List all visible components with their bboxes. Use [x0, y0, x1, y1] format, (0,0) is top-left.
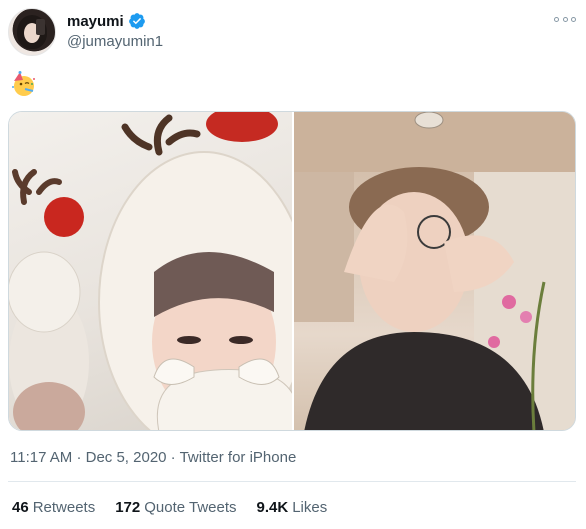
avatar[interactable]	[8, 8, 56, 56]
quote-tweets-stat[interactable]: 172 Quote Tweets	[115, 499, 236, 516]
photo-reindeer-hoods[interactable]	[9, 112, 292, 430]
timestamp-separator: ·	[76, 449, 82, 466]
author-name-row: mayumi	[67, 12, 146, 30]
tweet-source[interactable]: Twitter for iPhone	[180, 449, 297, 466]
photo-glasses-selfie-art	[294, 112, 575, 430]
tweet-timestamp: 11:17 AM · Dec 5, 2020 · Twitter for iPh…	[10, 449, 296, 466]
quote-tweets-label: Quote Tweets	[144, 499, 237, 516]
media-grid	[8, 111, 576, 431]
display-name[interactable]: mayumi	[67, 13, 124, 30]
partying-face-emoji	[12, 71, 35, 96]
avatar-phone	[36, 19, 45, 35]
divider	[8, 481, 576, 482]
engagement-stats: 46 Retweets 172 Quote Tweets 9.4K Likes	[12, 499, 327, 516]
more-dot	[554, 16, 559, 22]
retweets-count: 46	[12, 499, 29, 516]
tweet-date[interactable]: Dec 5, 2020	[86, 449, 167, 466]
more-dot	[571, 16, 576, 22]
tweet: mayumi @jumayumin1 11:17 AM · Dec 5, 202…	[0, 0, 586, 529]
more-options-icon[interactable]	[554, 10, 576, 28]
likes-count: 9.4K	[256, 499, 289, 516]
likes-label: Likes	[292, 499, 328, 516]
photo-glasses-selfie[interactable]	[294, 112, 575, 430]
timestamp-separator: ·	[170, 449, 176, 466]
photo-reindeer-hoods-art	[9, 112, 292, 430]
quote-tweets-count: 172	[115, 499, 141, 516]
retweets-label: Retweets	[32, 499, 96, 516]
tweet-time[interactable]: 11:17 AM	[10, 449, 72, 466]
verified-badge-icon	[128, 13, 145, 29]
more-dot	[562, 16, 568, 22]
retweets-stat[interactable]: 46 Retweets	[12, 499, 95, 516]
likes-stat[interactable]: 9.4K Likes	[257, 499, 328, 516]
author-handle[interactable]: @jumayumin1	[67, 33, 163, 50]
